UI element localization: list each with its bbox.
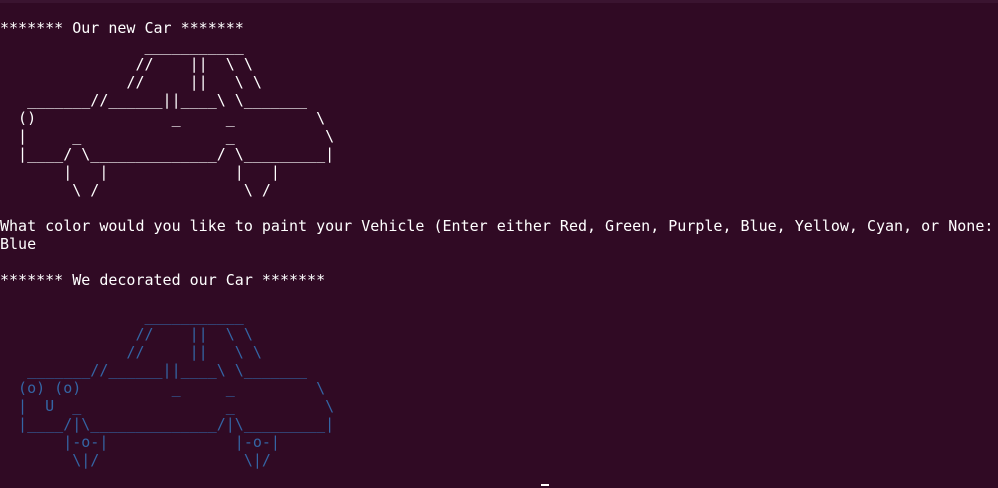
ascii-car-plain: ___________ // || \ \ // || \ \ _______/… [18, 37, 335, 199]
text-cursor [541, 484, 549, 486]
terminal-window[interactable]: ******* Our new Car ******* ___________ … [0, 0, 998, 488]
header-decorated-car: ******* We decorated our Car ******* [0, 271, 326, 289]
user-input-answer: Blue [0, 235, 37, 253]
paint-color-prompt: What color would you like to paint your … [0, 217, 994, 235]
header-new-car: ******* Our new Car ******* [0, 19, 244, 37]
ascii-car-decorated: ___________ // || \ \ // || \ \ _______/… [18, 307, 335, 469]
terminal-top-edge [0, 0, 998, 3]
